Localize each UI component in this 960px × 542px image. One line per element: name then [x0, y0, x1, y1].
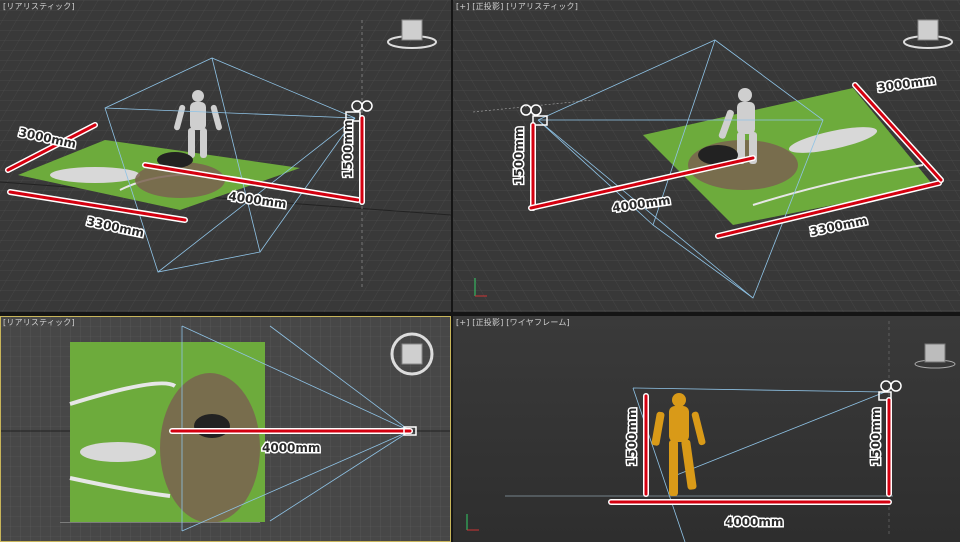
dim-label-1500: 1500mm [341, 120, 355, 178]
dim-label-1500: 1500mm [512, 127, 526, 185]
dim-label-4000: 4000mm [725, 515, 783, 529]
dim-label-4000: 4000mm [262, 441, 320, 455]
viewport-top-left-canvas: 3000mm 3300mm 4000mm 1500mm [0, 0, 451, 312]
viewport-top-left[interactable]: 3000mm 3300mm 4000mm 1500mm [リアリスティック] [0, 0, 451, 312]
viewport-grid: 3000mm 3300mm 4000mm 1500mm [リアリスティック] 1… [0, 0, 960, 542]
viewport-top-right-label[interactable]: [+] [正投影] [リアリスティック] [456, 1, 578, 12]
viewport-top-right-canvas: 1500mm 4000mm 3300mm 3000mm [453, 0, 960, 312]
viewport-bottom-left-label[interactable]: [リアリスティック] [3, 317, 75, 328]
viewport-bottom-left-canvas: 4000mm [0, 316, 451, 542]
viewport-divider-vertical[interactable] [451, 0, 453, 542]
viewport-bottom-left[interactable]: 4000mm [リアリスティック] [0, 316, 451, 542]
viewport-bottom-right-label[interactable]: [+] [正投影] [ワイヤフレーム] [456, 317, 570, 328]
viewport-bottom-right[interactable]: 1500mm 1500mm 4000mm [+] [正投影] [ワイヤフレーム] [453, 316, 960, 542]
viewport-divider-horizontal[interactable] [0, 312, 960, 316]
dim-label-1500-right: 1500mm [869, 408, 883, 466]
viewport-top-left-label[interactable]: [リアリスティック] [3, 1, 75, 12]
dim-label-1500-left: 1500mm [625, 408, 639, 466]
viewport-bottom-right-canvas: 1500mm 1500mm 4000mm [453, 316, 960, 542]
viewport-top-right[interactable]: 1500mm 4000mm 3300mm 3000mm [+] [正投影] [リ… [453, 0, 960, 312]
